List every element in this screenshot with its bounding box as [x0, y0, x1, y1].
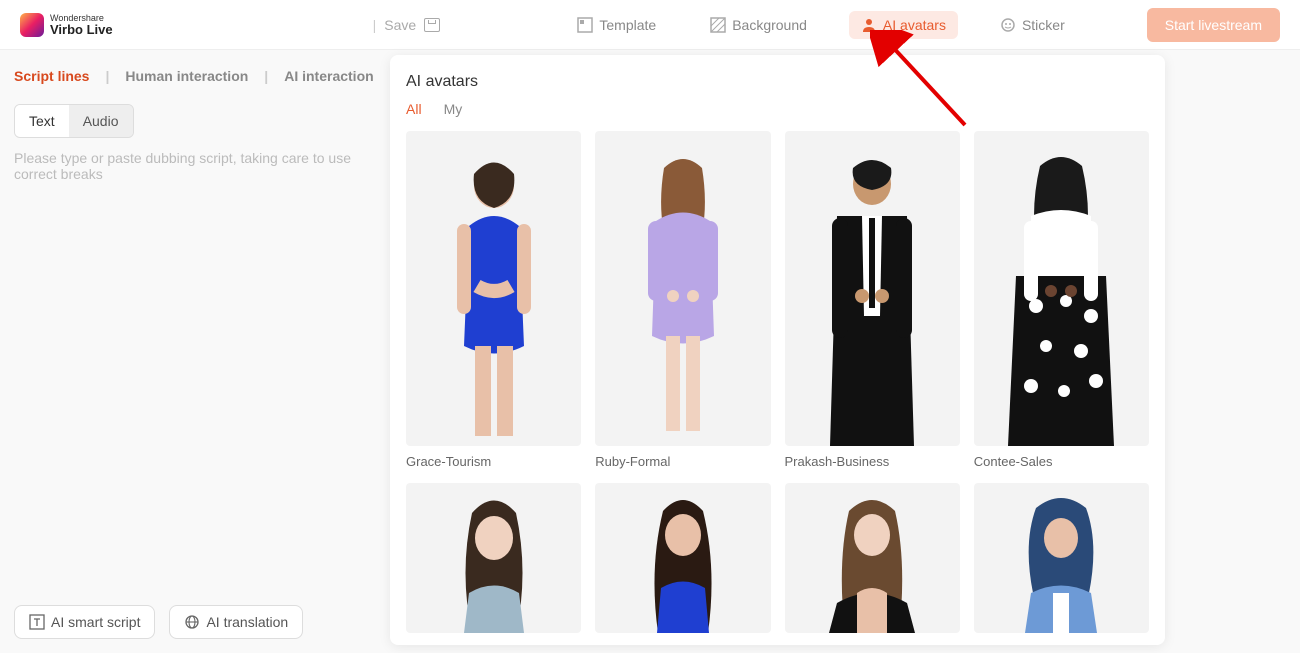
start-livestream-button[interactable]: Start livestream [1147, 8, 1280, 42]
avatar-thumb [785, 483, 960, 633]
left-panel: Script lines | Human interaction | AI in… [0, 50, 390, 653]
tab-ai-interaction[interactable]: AI interaction [284, 68, 373, 84]
ai-translation-button[interactable]: AI translation [169, 605, 303, 639]
ai-smart-script-button[interactable]: AI smart script [14, 605, 155, 639]
avatar-caption: Prakash-Business [785, 454, 960, 469]
sticker-icon [1000, 17, 1016, 33]
panel-title: AI avatars [406, 73, 1149, 91]
brand-logo[interactable]: Wondershare Virbo Live [20, 13, 113, 37]
avatar-thumb [595, 131, 770, 446]
avatar-thumb [974, 131, 1149, 446]
avatar-caption: Grace-Tourism [406, 454, 581, 469]
avatar-card[interactable]: Grace-Tourism [406, 131, 581, 469]
nav-center: Template Background AI avatars Sticker S… [565, 8, 1280, 42]
ai-translation-label: AI translation [206, 614, 288, 630]
top-bar: Wondershare Virbo Live | Save Template B… [0, 0, 1300, 50]
avatar-thumb [406, 483, 581, 633]
avatar-card[interactable]: Ruby-Formal [595, 131, 770, 469]
save-icon [424, 18, 440, 32]
tab-human-interaction[interactable]: Human interaction [125, 68, 248, 84]
divider: | [373, 17, 377, 33]
avatar-figure [434, 483, 554, 633]
text-box-icon [29, 614, 45, 630]
avatar-figure [623, 483, 743, 633]
script-textarea[interactable] [14, 150, 376, 530]
nav-avatars-label: AI avatars [883, 17, 946, 33]
avatar-figure [807, 483, 937, 633]
save-group: | Save [373, 17, 441, 33]
nav-sticker-label: Sticker [1022, 17, 1065, 33]
filter-all[interactable]: All [406, 101, 422, 117]
avatar-thumb [974, 483, 1149, 633]
avatar-figure [618, 146, 748, 446]
filter-tabs: All My [406, 101, 1149, 117]
avatar-card[interactable]: Prakash-Business [785, 131, 960, 469]
nav-background-label: Background [732, 17, 807, 33]
avatar-card[interactable] [785, 483, 960, 633]
avatar-thumb [406, 131, 581, 446]
avatar-figure [802, 146, 942, 446]
filter-my[interactable]: My [444, 101, 463, 117]
save-button[interactable]: Save [384, 17, 416, 33]
avatar-figure [429, 146, 559, 446]
avatar-card[interactable]: Contee-Sales [974, 131, 1149, 469]
ai-smart-script-label: AI smart script [51, 614, 140, 630]
nav-background[interactable]: Background [698, 11, 819, 39]
nav-template[interactable]: Template [565, 11, 668, 39]
avatar-thumb [595, 483, 770, 633]
globe-icon [184, 614, 200, 630]
avatar-figure [1001, 483, 1121, 633]
avatar-thumb [785, 131, 960, 446]
background-icon [710, 17, 726, 33]
brand-line2: Virbo Live [50, 23, 113, 36]
avatar-figure [986, 146, 1136, 446]
logo-icon [20, 13, 44, 37]
avatar-grid: Grace-Tourism Ruby-Formal [406, 131, 1149, 633]
tab-script-lines[interactable]: Script lines [14, 68, 89, 84]
template-icon [577, 17, 593, 33]
avatar-icon [861, 17, 877, 33]
avatar-card[interactable] [974, 483, 1149, 633]
nav-template-label: Template [599, 17, 656, 33]
avatar-caption: Ruby-Formal [595, 454, 770, 469]
script-tabs: Script lines | Human interaction | AI in… [14, 68, 376, 84]
logo-text: Wondershare Virbo Live [50, 14, 113, 36]
nav-avatars[interactable]: AI avatars [849, 11, 958, 39]
avatars-panel: AI avatars All My Grace-Tourism [390, 55, 1165, 645]
avatar-card[interactable] [406, 483, 581, 633]
avatar-caption: Contee-Sales [974, 454, 1149, 469]
mode-text[interactable]: Text [15, 105, 69, 137]
nav-sticker[interactable]: Sticker [988, 11, 1077, 39]
mode-audio[interactable]: Audio [69, 105, 133, 137]
bottom-buttons: AI smart script AI translation [14, 605, 303, 639]
mode-tabs: Text Audio [14, 104, 134, 138]
avatar-card[interactable] [595, 483, 770, 633]
